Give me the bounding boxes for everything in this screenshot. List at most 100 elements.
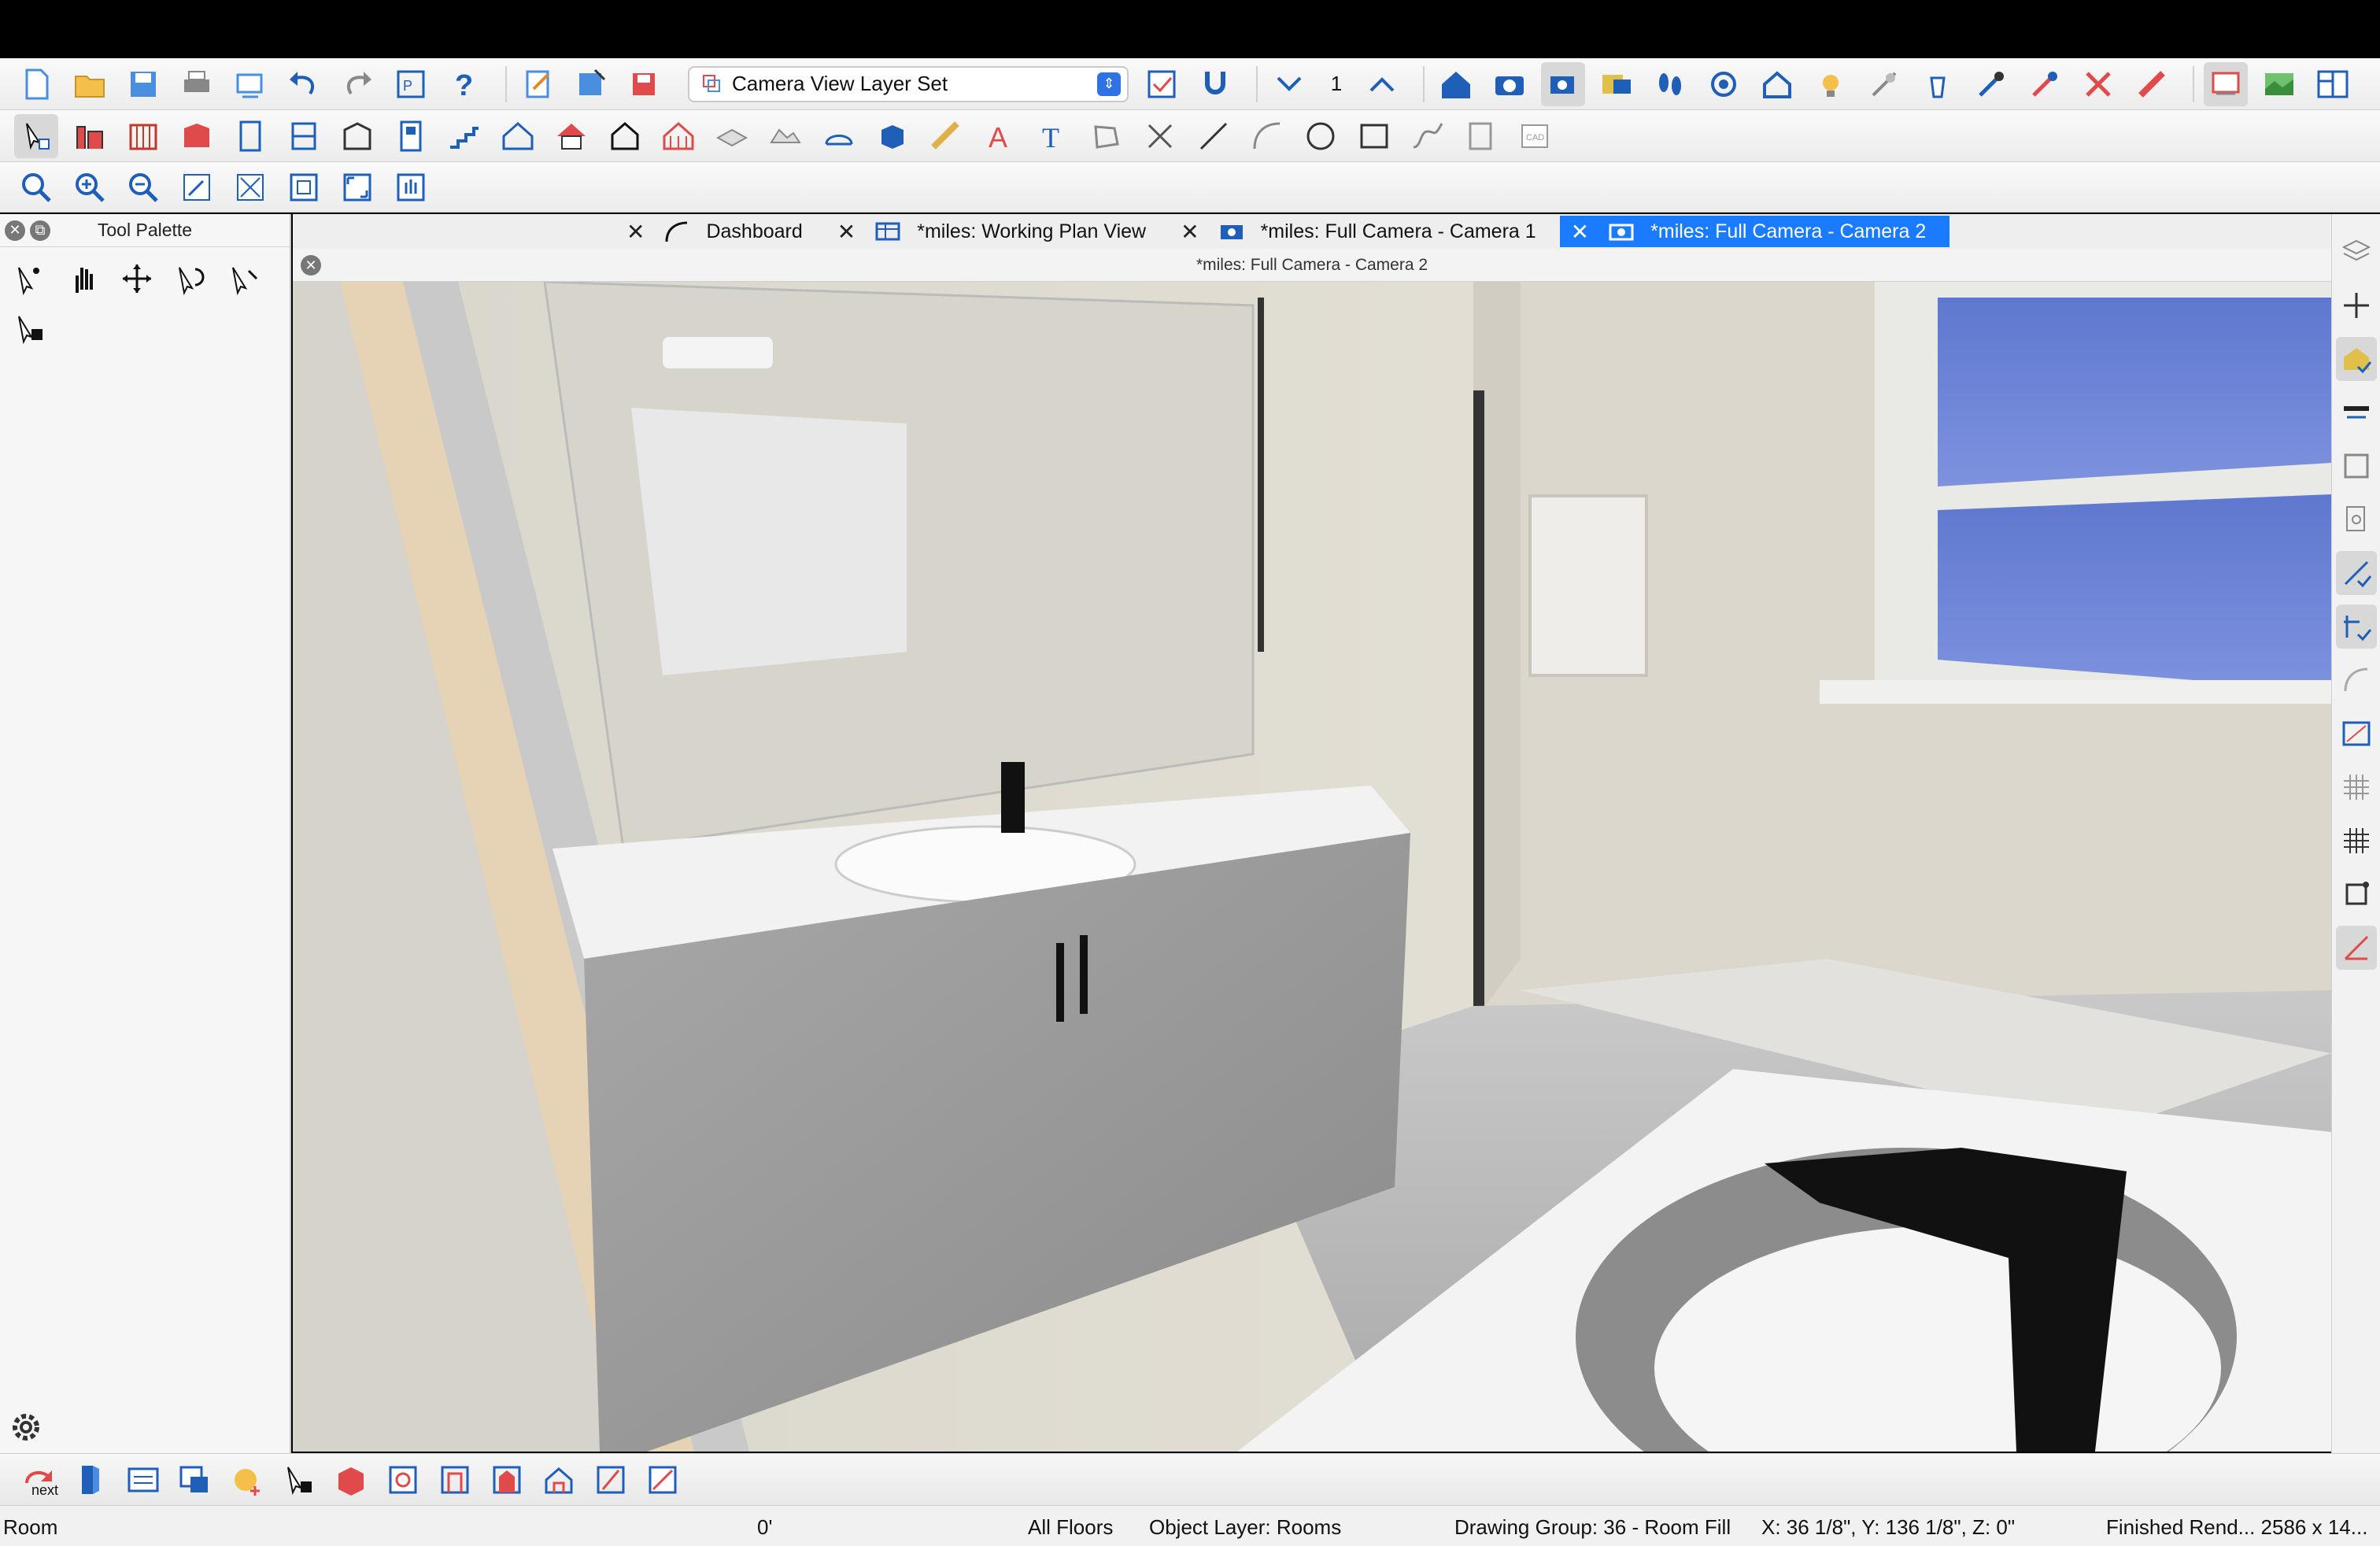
picture-icon[interactable]	[1459, 114, 1503, 158]
sun-angle-icon[interactable]	[1862, 62, 1906, 106]
text-icon[interactable]: T	[1031, 114, 1075, 158]
image-icon[interactable]	[2257, 62, 2301, 106]
cabinet-icon[interactable]	[175, 114, 219, 158]
wall-layer-icon[interactable]	[2336, 390, 2377, 435]
grid-icon[interactable]	[2336, 765, 2377, 809]
slab-icon[interactable]	[710, 114, 754, 158]
framing-icon[interactable]	[656, 114, 700, 158]
line-icon[interactable]	[1192, 114, 1236, 158]
cabinet-3d-icon[interactable]	[335, 114, 379, 158]
light-icon[interactable]	[1809, 62, 1853, 106]
axis-check-icon[interactable]	[2335, 605, 2377, 649]
display-options-icon[interactable]	[641, 1458, 685, 1502]
print-icon[interactable]	[175, 62, 219, 106]
material-check-icon[interactable]	[2335, 337, 2377, 381]
undo-zoom-icon[interactable]	[175, 165, 219, 209]
rectangle-icon[interactable]	[1352, 114, 1396, 158]
wall-elevation-icon[interactable]	[485, 1458, 529, 1502]
cross-line-icon[interactable]	[1138, 114, 1182, 158]
room-3d-icon[interactable]	[329, 1458, 373, 1502]
window-icon[interactable]	[282, 114, 326, 158]
cad-block-icon[interactable]: CAD	[1513, 114, 1557, 158]
close-view-icon[interactable]: ✕	[301, 255, 321, 276]
house-icon[interactable]	[1434, 62, 1478, 106]
camera-icon[interactable]	[1488, 62, 1532, 106]
spline-icon[interactable]	[1406, 114, 1450, 158]
stairs-icon[interactable]	[442, 114, 486, 158]
terrain-icon[interactable]	[763, 114, 808, 158]
edit-handles-icon[interactable]	[8, 257, 52, 301]
layer-display-icon[interactable]	[2204, 61, 2248, 106]
bucket-icon[interactable]	[1916, 62, 1960, 106]
object-snap-icon[interactable]	[2336, 872, 2377, 916]
image-snap-icon[interactable]	[2336, 712, 2377, 756]
room-elevation-icon[interactable]	[537, 1458, 581, 1502]
wall-tool-icon[interactable]	[68, 114, 112, 158]
checklist-icon[interactable]	[1140, 62, 1184, 106]
tab-dashboard[interactable]: ✕ Dashboard	[615, 216, 826, 247]
gear-icon[interactable]	[6, 1407, 46, 1447]
fill-window-icon[interactable]	[228, 165, 272, 209]
windows-layout-icon[interactable]	[2311, 62, 2355, 106]
close-icon[interactable]: ✕	[5, 220, 25, 241]
zoom-out-icon[interactable]	[121, 165, 165, 209]
detach-icon[interactable]: ⧉	[30, 220, 50, 241]
close-tab-icon[interactable]: ✕	[626, 219, 645, 245]
physically-based-icon[interactable]	[1702, 62, 1746, 106]
select-objects-icon[interactable]	[14, 113, 58, 158]
redo-icon[interactable]	[335, 62, 379, 106]
cross-section-icon[interactable]	[433, 1458, 477, 1502]
backclipped-camera-icon[interactable]	[1595, 62, 1639, 106]
edit-note-icon[interactable]	[516, 62, 560, 106]
open-object-icon[interactable]	[69, 1458, 113, 1502]
curve-icon[interactable]	[2336, 658, 2377, 702]
camera-view-icon[interactable]	[381, 1458, 425, 1502]
plan-options-icon[interactable]: P	[389, 62, 433, 106]
group-select-icon[interactable]	[8, 305, 52, 350]
rotate-icon[interactable]	[168, 257, 213, 301]
backclip-section-icon[interactable]	[589, 1458, 633, 1502]
next-button[interactable]: next	[17, 1458, 61, 1502]
walkthrough-icon[interactable]	[1648, 62, 1692, 106]
plus-icon[interactable]	[2336, 283, 2377, 327]
close-tab-icon[interactable]: ✕	[1571, 219, 1589, 245]
tab-working-plan-view[interactable]: ✕ *miles: Working Plan View	[826, 216, 1170, 247]
open-folder-icon[interactable]	[68, 62, 112, 106]
save-icon[interactable]	[121, 62, 165, 106]
hand-icon[interactable]	[61, 257, 105, 301]
ruler-pencil-icon[interactable]	[2130, 62, 2174, 106]
zoom-icon[interactable]	[14, 165, 58, 209]
add-to-library-icon[interactable]	[225, 1458, 269, 1502]
save-as-icon[interactable]	[570, 62, 614, 106]
delete-surface-icon[interactable]	[2076, 62, 2120, 106]
arch-icon[interactable]	[817, 114, 861, 158]
material-painter-icon[interactable]	[2023, 62, 2067, 106]
move-icon[interactable]	[115, 257, 159, 301]
frame-icon[interactable]	[2336, 444, 2377, 488]
text-arrow-icon[interactable]: A	[978, 114, 1022, 158]
door-icon[interactable]	[228, 114, 272, 158]
magnet-icon[interactable]	[1193, 62, 1237, 106]
dimension-icon[interactable]	[924, 114, 968, 158]
layers-icon[interactable]	[2336, 230, 2377, 274]
circle-icon[interactable]	[1299, 114, 1343, 158]
full-camera-icon[interactable]	[1541, 61, 1585, 106]
dimension-check-icon[interactable]	[2335, 551, 2377, 595]
polyline-icon[interactable]	[1085, 114, 1129, 158]
zoom-in-icon[interactable]	[68, 165, 112, 209]
floor-up-icon[interactable]	[1360, 62, 1404, 106]
eyedropper-icon[interactable]	[1969, 62, 2013, 106]
angle-snap-icon[interactable]	[2335, 926, 2377, 970]
floor-down-icon[interactable]	[1267, 62, 1311, 106]
grid-snap-icon[interactable]	[2336, 819, 2377, 863]
camera-viewport[interactable]	[293, 282, 2331, 1452]
fill-window-building-icon[interactable]	[282, 165, 326, 209]
build-house-icon[interactable]	[496, 114, 540, 158]
resize-icon[interactable]	[222, 257, 266, 301]
pan-icon[interactable]	[389, 165, 433, 209]
arc-icon[interactable]	[1245, 114, 1289, 158]
layer-set-select[interactable]: Camera View Layer Set ⇕	[688, 65, 1129, 102]
undo-icon[interactable]	[282, 62, 326, 106]
fullscreen-icon[interactable]	[335, 165, 379, 209]
box-icon[interactable]	[870, 114, 915, 158]
